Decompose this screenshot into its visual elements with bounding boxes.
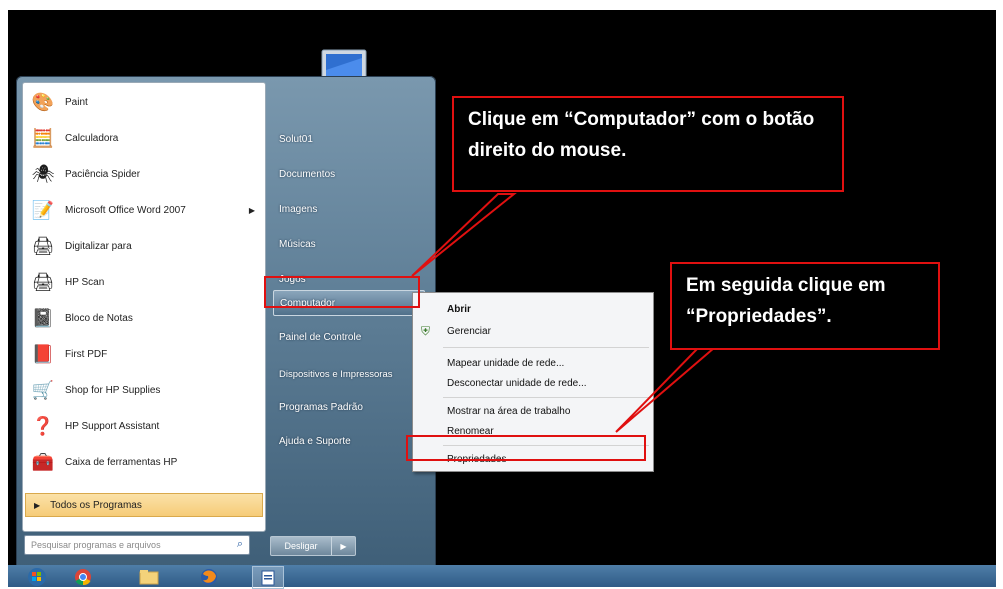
highlight-computer [264, 276, 420, 308]
word-taskbar-icon[interactable] [252, 566, 284, 589]
desktop: 🎨 Paint 🧮 Calculadora 🕷 Paciência Spider 📝 M… [8, 10, 996, 565]
annotation-arrow-1 [411, 193, 517, 277]
folder-icon[interactable] [134, 566, 164, 587]
callout-properties: Em seguida clique em “Propriedades”. [670, 262, 940, 350]
firefox-icon[interactable] [194, 566, 224, 587]
callout-computer: Clique em “Computador” com o botão direi… [452, 96, 844, 192]
chrome-icon[interactable] [68, 566, 98, 587]
highlight-properties [406, 435, 646, 461]
annotation-arrow-2 [615, 347, 717, 433]
taskbar [8, 565, 996, 589]
start-orb-icon[interactable] [22, 566, 52, 587]
